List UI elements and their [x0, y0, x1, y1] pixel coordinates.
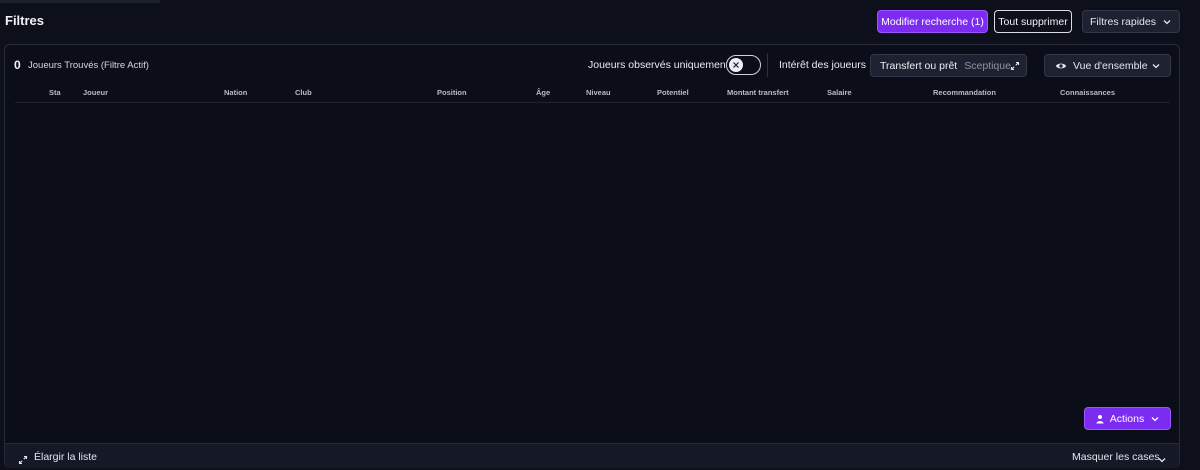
players-panel: 0 Joueurs Trouvés (Filtre Actif) Joueurs…	[4, 44, 1180, 468]
actions-button[interactable]: Actions	[1084, 407, 1171, 430]
result-count: 0	[14, 58, 21, 72]
chevron-down-icon	[1162, 17, 1172, 27]
modify-search-button[interactable]: Modifier recherche (1)	[877, 10, 988, 33]
column-header-transfer-amount[interactable]: Montant transfert	[727, 88, 789, 97]
page-title: Filtres	[5, 13, 45, 28]
chevron-down-icon	[1150, 414, 1160, 424]
table-header: Sta Joueur Nation Club Position Âge Nive…	[15, 83, 1170, 103]
breadcrumb	[0, 0, 160, 3]
column-header-club[interactable]: Club	[295, 88, 312, 97]
chevron-down-icon[interactable]	[1157, 452, 1167, 463]
observed-only-label: Joueurs observés uniquement	[588, 59, 729, 71]
modify-search-label: Modifier recherche (1)	[881, 15, 984, 28]
column-header-position[interactable]: Position	[437, 88, 467, 97]
observed-only-toggle[interactable]	[726, 55, 761, 75]
top-bar: Filtres Modifier recherche (1) Tout supp…	[0, 0, 1200, 44]
column-header-player[interactable]: Joueur	[83, 88, 108, 97]
expand-arrows-icon	[1010, 61, 1020, 71]
result-count-label: Joueurs Trouvés (Filtre Actif)	[28, 60, 149, 71]
divider	[767, 53, 768, 77]
quick-filters-button[interactable]: Filtres rapides	[1082, 10, 1180, 33]
column-header-potential[interactable]: Potentiel	[657, 88, 689, 97]
interest-value: Transfert ou prêt	[880, 59, 958, 72]
player-interest-select[interactable]: Transfert ou prêt Sceptique	[870, 54, 1027, 77]
column-header-recommendation[interactable]: Recommandation	[933, 88, 996, 97]
column-header-knowledge[interactable]: Connaissances	[1060, 88, 1115, 97]
quick-filters-label: Filtres rapides	[1090, 15, 1156, 28]
column-header-age[interactable]: Âge	[536, 88, 550, 97]
interest-sub-value: Sceptique	[964, 59, 1011, 72]
eye-icon	[1055, 63, 1067, 68]
column-header-level[interactable]: Niveau	[586, 88, 611, 97]
column-header-salary[interactable]: Salaire	[827, 88, 852, 97]
column-header-sta[interactable]: Sta	[49, 88, 61, 97]
delete-all-label: Tout supprimer	[998, 15, 1068, 28]
user-icon	[1096, 414, 1104, 423]
expand-icon[interactable]	[18, 452, 28, 465]
actions-label: Actions	[1109, 412, 1145, 425]
toggle-knob	[729, 58, 743, 72]
view-select[interactable]: Vue d'ensemble	[1044, 54, 1171, 77]
chevron-down-icon	[1151, 61, 1161, 71]
table-footer: Élargir la liste Masquer les cases	[5, 443, 1179, 468]
player-interest-label: Intérêt des joueurs	[779, 59, 866, 71]
close-icon	[733, 62, 739, 68]
delete-all-button[interactable]: Tout supprimer	[994, 10, 1072, 33]
column-header-nation[interactable]: Nation	[224, 88, 247, 97]
view-label: Vue d'ensemble	[1073, 59, 1148, 72]
hide-boxes-button[interactable]: Masquer les cases	[1072, 451, 1160, 463]
expand-list-button[interactable]: Élargir la liste	[34, 451, 97, 463]
